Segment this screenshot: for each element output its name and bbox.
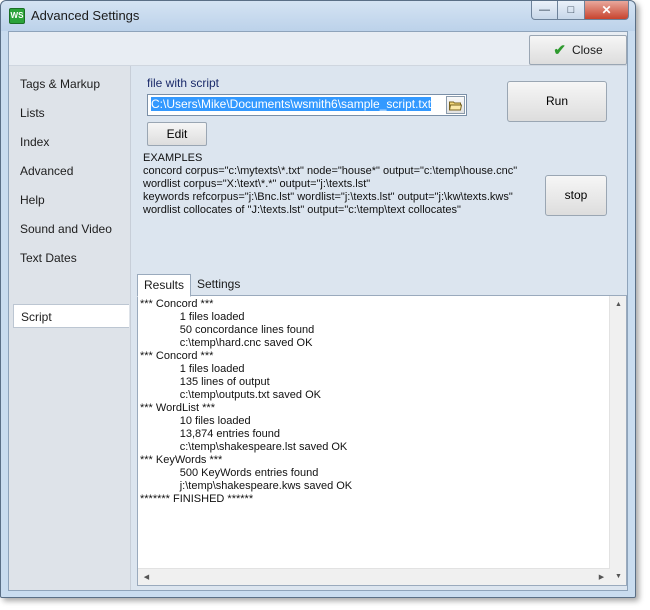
run-button[interactable]: Run: [507, 81, 607, 122]
result-line: *** Concord ***: [140, 298, 214, 310]
result-line: 10 files loaded: [140, 415, 251, 427]
sidebar-item-help[interactable]: Help: [13, 188, 129, 212]
script-file-path: C:\Users\Mike\Documents\wsmith6\sample_s…: [151, 97, 432, 111]
result-line: *** WordList ***: [140, 402, 215, 414]
result-line: c:\temp\shakespeare.lst saved OK: [140, 441, 348, 453]
settings-sidebar: Tags & Markup Lists Index Advanced Help …: [9, 66, 131, 590]
result-line: 50 concordance lines found: [140, 324, 315, 336]
scroll-down-icon[interactable]: ▼: [610, 568, 627, 585]
result-line: 13,874 entries found: [140, 428, 281, 440]
window-client-area: ✔ Close Tags & Markup Lists Index Advanc…: [8, 31, 628, 591]
minimize-button[interactable]: —: [531, 1, 558, 20]
wordsmith-app-icon: WS: [9, 8, 25, 24]
sidebar-item-tags-markup[interactable]: Tags & Markup: [13, 72, 129, 96]
stop-button[interactable]: stop: [545, 175, 607, 216]
result-line: c:\temp\outputs.txt saved OK: [140, 389, 321, 401]
example-line: wordlist collocates of "J:\texts.lst" ou…: [143, 204, 461, 216]
window-title: Advanced Settings: [31, 8, 140, 23]
result-line: 500 KeyWords entries found: [140, 467, 319, 479]
example-line: wordlist corpus="X:\text\*.*" output="j:…: [143, 178, 371, 190]
result-line: ******* FINISHED ******: [140, 493, 254, 505]
example-line: keywords refcorpus="j:\Bnc.lst" wordlist…: [143, 191, 513, 203]
close-button[interactable]: ✔ Close: [529, 35, 627, 65]
edit-button[interactable]: Edit: [147, 122, 207, 146]
sidebar-item-lists[interactable]: Lists: [13, 101, 129, 125]
script-file-input[interactable]: C:\Users\Mike\Documents\wsmith6\sample_s…: [147, 94, 467, 116]
script-panel: file with script C:\Users\Mike\Documents…: [131, 66, 627, 590]
open-folder-icon[interactable]: [446, 96, 465, 114]
result-line: j:\temp\shakespeare.kws saved OK: [140, 480, 353, 492]
file-with-script-label: file with script: [147, 76, 220, 90]
example-line: concord corpus="c:\mytexts\*.txt" node="…: [143, 165, 518, 177]
scroll-up-icon[interactable]: ▲: [610, 296, 627, 313]
result-line: *** Concord ***: [140, 350, 214, 362]
result-line: 135 lines of output: [140, 376, 270, 388]
result-line: c:\temp\hard.cnc saved OK: [140, 337, 313, 349]
scroll-right-icon[interactable]: ▶: [593, 569, 610, 586]
green-check-icon: ✔: [553, 41, 566, 59]
result-line: *** KeyWords ***: [140, 454, 223, 466]
title-bar[interactable]: WS Advanced Settings — □ ✕: [1, 1, 635, 31]
window-controls: — □ ✕: [531, 1, 629, 21]
tab-settings[interactable]: Settings: [191, 274, 246, 296]
results-output[interactable]: *** Concord *** 1 files loaded 50 concor…: [137, 295, 627, 586]
result-line: 1 files loaded: [140, 363, 245, 375]
horizontal-scrollbar[interactable]: ◀ ▶: [138, 568, 610, 585]
result-line: 1 files loaded: [140, 311, 245, 323]
maximize-button[interactable]: □: [558, 1, 585, 20]
close-button-label: Close: [571, 43, 603, 57]
scroll-left-icon[interactable]: ◀: [138, 569, 155, 586]
settings-window: WS Advanced Settings — □ ✕ ✔ Close Tags …: [0, 0, 636, 598]
sidebar-item-index[interactable]: Index: [13, 130, 129, 154]
sidebar-item-sound-and-video[interactable]: Sound and Video: [13, 217, 129, 241]
results-text: *** Concord *** 1 files loaded 50 concor…: [140, 298, 610, 506]
examples-block: EXAMPLES concord corpus="c:\mytexts\*.tx…: [143, 152, 543, 217]
top-toolbar: ✔ Close: [9, 32, 627, 66]
sidebar-item-script[interactable]: Script: [13, 304, 129, 328]
tab-results[interactable]: Results: [137, 274, 192, 297]
vertical-scrollbar[interactable]: ▲ ▼: [609, 296, 626, 585]
examples-heading: EXAMPLES: [143, 152, 203, 164]
window-close-button[interactable]: ✕: [585, 1, 629, 20]
sidebar-item-advanced[interactable]: Advanced: [13, 159, 129, 183]
sidebar-item-text-dates[interactable]: Text Dates: [13, 246, 129, 270]
